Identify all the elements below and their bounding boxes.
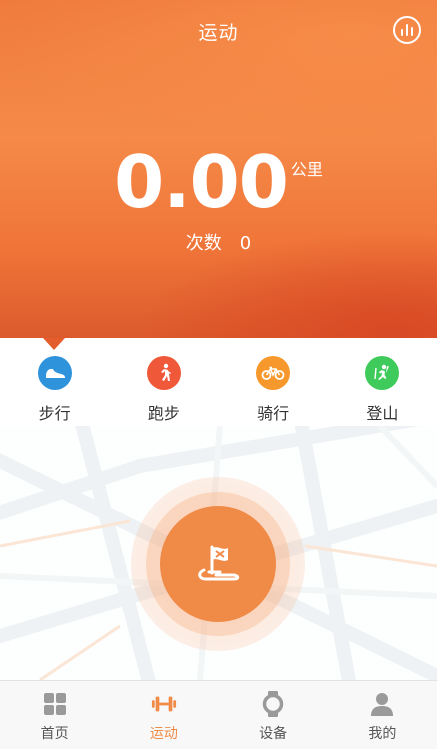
nav-label: 首页: [40, 726, 69, 742]
sport-type-walk[interactable]: 步行: [0, 338, 109, 426]
sport-type-cycle[interactable]: 骑行: [219, 338, 328, 426]
sport-type-label: 骑行: [257, 404, 290, 423]
start-flag-icon: [198, 545, 240, 581]
sport-type-run[interactable]: 跑步: [109, 338, 218, 426]
person-icon: [369, 691, 395, 717]
map-area: [0, 426, 437, 680]
nav-label: 运动: [149, 726, 178, 742]
bicycle-icon: [256, 356, 291, 390]
bottom-navigation: 首页 运动 设备 我的: [0, 680, 437, 749]
nav-item-me[interactable]: 我的: [328, 681, 437, 749]
watch-icon: [260, 691, 286, 717]
climbing-person-icon: [365, 356, 400, 390]
statistics-button[interactable]: [393, 16, 421, 44]
sport-type-label: 步行: [38, 404, 71, 423]
running-person-icon: [146, 356, 181, 390]
count-value: 0: [239, 233, 252, 254]
nav-item-device[interactable]: 设备: [219, 681, 328, 749]
sport-type-label: 登山: [366, 404, 399, 423]
sport-summary-header: 运动 0.00 公里 次数 0: [0, 0, 437, 338]
distance-unit: 公里: [290, 160, 323, 179]
sport-type-selector: 步行 跑步 骑行 登山: [0, 338, 437, 426]
count-label: 次数: [185, 233, 222, 254]
sport-type-label: 跑步: [147, 404, 180, 423]
nav-label: 我的: [368, 726, 397, 742]
nav-label: 设备: [259, 726, 288, 742]
walk-shoe-icon: [37, 356, 72, 390]
nav-item-sport[interactable]: 运动: [109, 681, 218, 749]
grid-home-icon: [42, 691, 68, 717]
sport-type-climb[interactable]: 登山: [328, 338, 437, 426]
page-title: 运动: [198, 22, 239, 44]
dumbbell-icon: [151, 691, 177, 717]
bar-chart-icon: [401, 29, 403, 36]
selected-sport-pointer: [43, 338, 65, 350]
nav-item-home[interactable]: 首页: [0, 681, 109, 749]
count-display: 次数 0: [0, 229, 437, 255]
distance-display: 0.00 公里: [0, 142, 437, 222]
start-sport-button[interactable]: [160, 506, 276, 622]
distance-value: 0.00: [114, 140, 289, 224]
